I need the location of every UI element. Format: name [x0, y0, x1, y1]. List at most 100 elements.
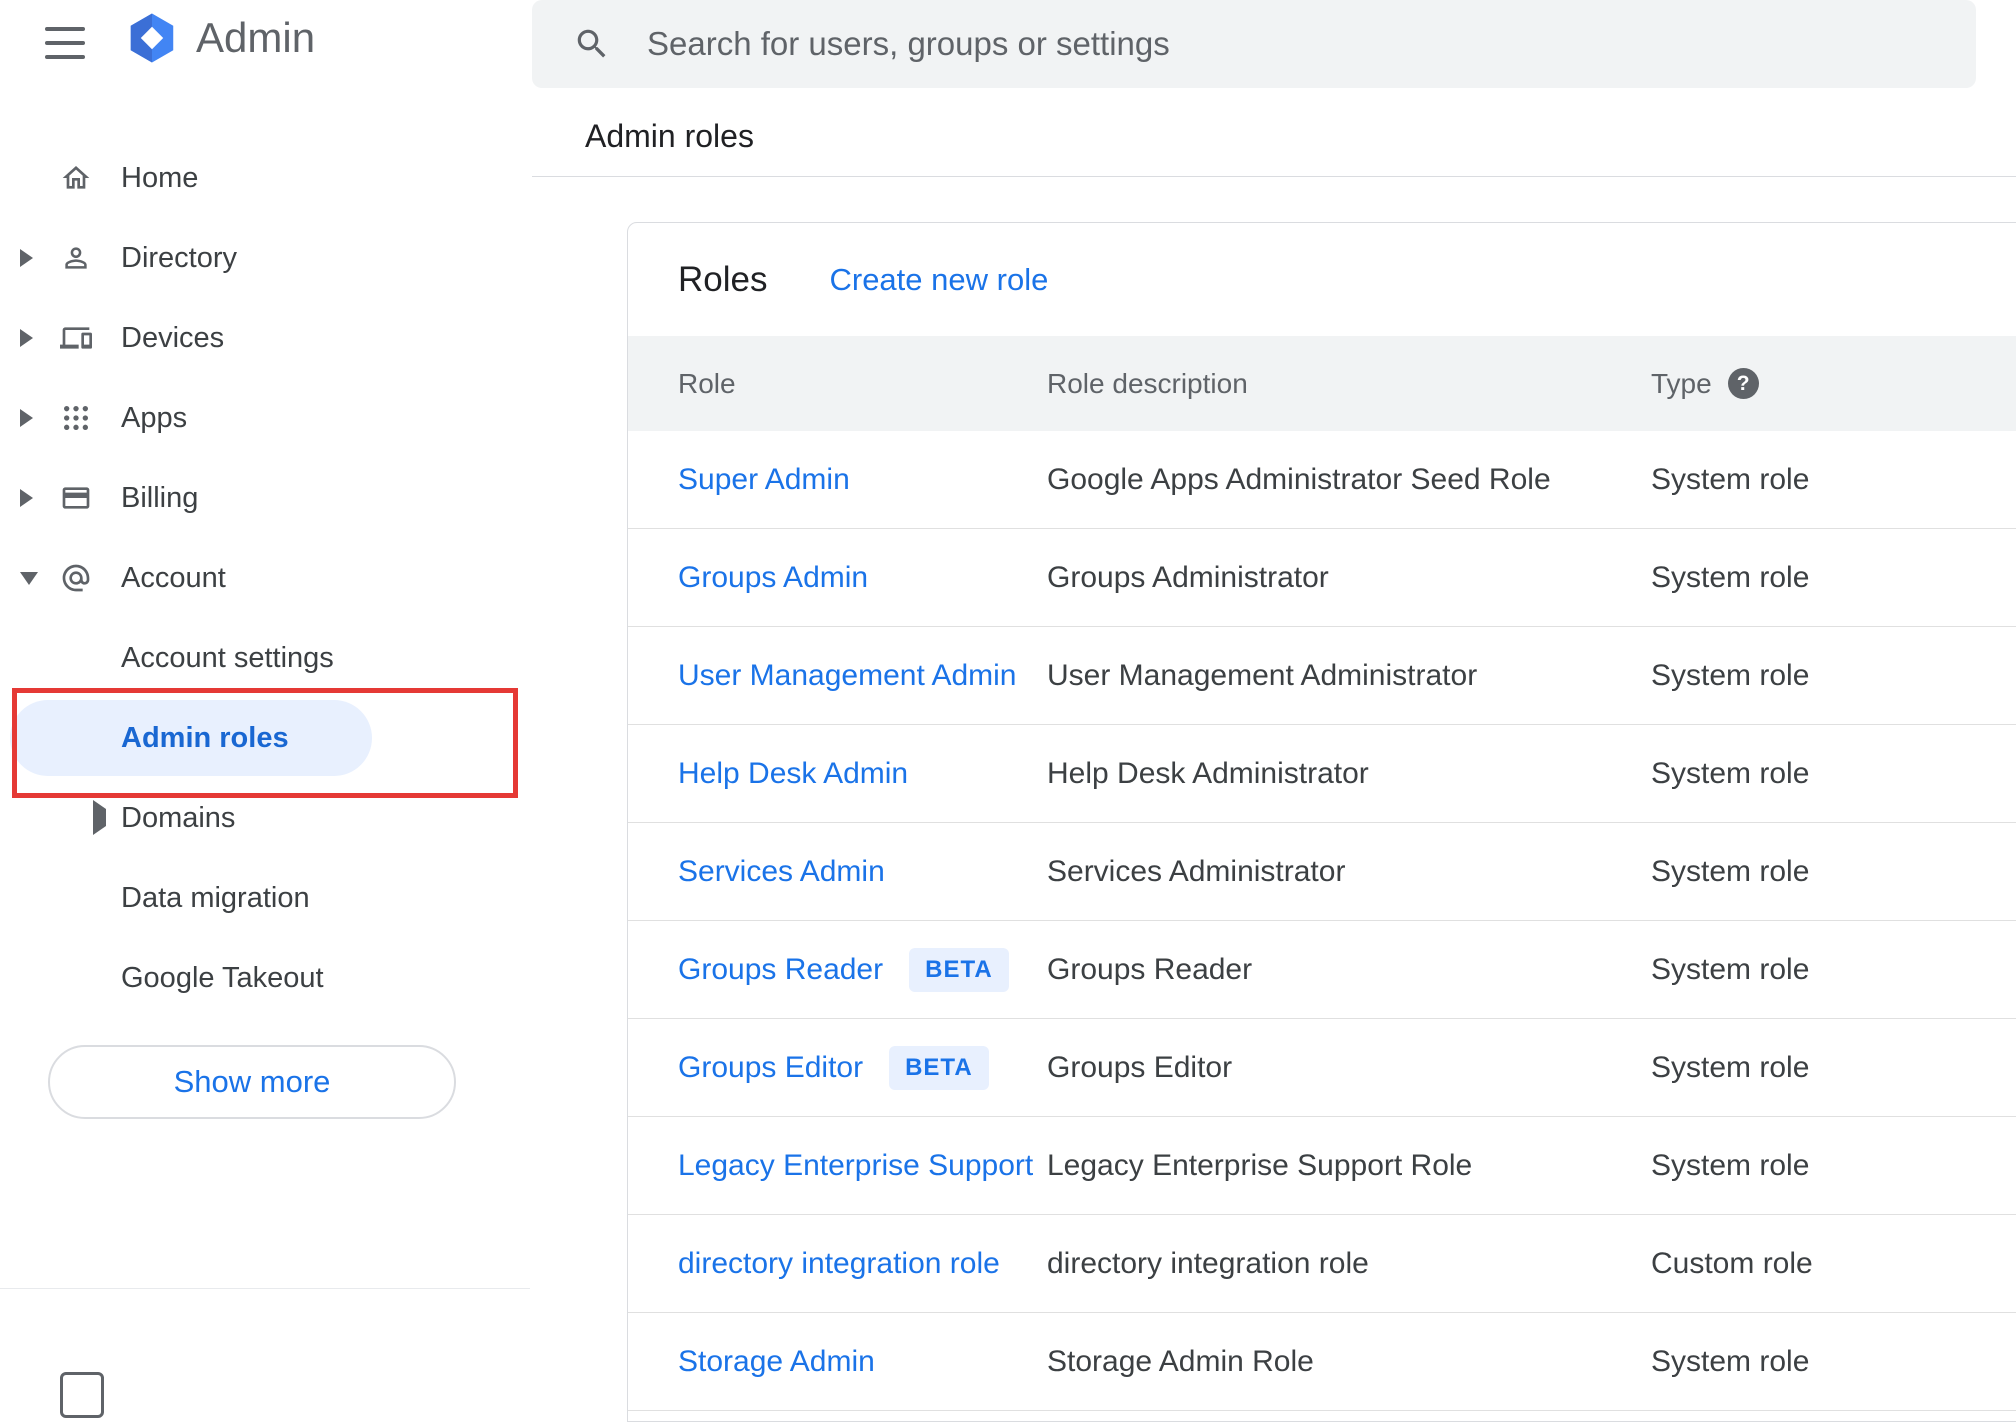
- sidebar-item-label: Google Takeout: [121, 961, 324, 994]
- sidebar-nav: Home Directory Devices Apps Billing Account Ac…: [0, 138, 530, 1018]
- role-cell: Super Admin: [678, 463, 1047, 497]
- home-icon: [60, 162, 121, 194]
- chevron-right-icon[interactable]: [0, 249, 60, 267]
- sidebar-item-directory[interactable]: Directory: [0, 218, 530, 298]
- role-cell: Groups Editor BETA: [678, 1045, 1047, 1090]
- role-type: System role: [1651, 1344, 1810, 1378]
- table-row: Help Desk Admin Help Desk Administrator Sy…: [628, 725, 2016, 823]
- role-type: System role: [1651, 756, 1810, 790]
- beta-badge: BETA: [889, 1045, 989, 1090]
- table-row: Groups Reader BETA Groups Reader System rol…: [628, 921, 2016, 1019]
- role-link[interactable]: directory integration role: [678, 1247, 1000, 1281]
- sidebar: Admin Home Directory Devices Apps Billing Acc…: [0, 0, 530, 1418]
- role-cell: Groups Admin: [678, 561, 1047, 595]
- sidebar-item-label: Data migration: [121, 881, 310, 914]
- role-description: Google Apps Administrator Seed Role: [1047, 462, 1551, 496]
- role-type: System role: [1651, 1148, 1810, 1182]
- help-icon[interactable]: ?: [1727, 368, 1759, 399]
- sidebar-item-label: Devices: [121, 321, 225, 354]
- chevron-right-icon[interactable]: [93, 800, 106, 835]
- search-bar[interactable]: [532, 0, 1976, 88]
- role-link[interactable]: Storage Admin: [678, 1345, 875, 1379]
- roles-card: Roles Create new role Role Role descript…: [627, 222, 2016, 1422]
- role-link[interactable]: Help Desk Admin: [678, 757, 908, 791]
- sidebar-item-account[interactable]: Account: [0, 538, 530, 618]
- role-link[interactable]: Legacy Enterprise Support: [678, 1149, 1033, 1183]
- role-cell: Groups Reader BETA: [678, 947, 1047, 992]
- sidebar-item-account-settings[interactable]: Account settings: [0, 618, 530, 698]
- column-type-label: Type: [1651, 367, 1712, 399]
- sidebar-item-billing[interactable]: Billing: [0, 458, 530, 538]
- role-type: System role: [1651, 658, 1810, 692]
- role-type: System role: [1651, 952, 1810, 986]
- sidebar-item-label: Account settings: [121, 641, 334, 674]
- role-link[interactable]: Groups Editor: [678, 1051, 863, 1085]
- sidebar-item-devices[interactable]: Devices: [0, 298, 530, 378]
- sidebar-item-home[interactable]: Home: [0, 138, 530, 218]
- column-type: Type ?: [1651, 368, 2016, 400]
- roles-table-body: Super Admin Google Apps Administrator See…: [628, 431, 2016, 1411]
- roles-card-header: Roles Create new role: [628, 223, 2016, 336]
- sidebar-item-label: Directory: [121, 241, 238, 274]
- apps-icon: [60, 402, 121, 434]
- role-description: User Management Administrator: [1047, 658, 1478, 692]
- show-more-button[interactable]: Show more: [48, 1045, 456, 1119]
- role-link[interactable]: Super Admin: [678, 463, 850, 497]
- main-divider: [532, 176, 2016, 177]
- role-description: directory integration role: [1047, 1246, 1369, 1280]
- breadcrumb: Admin roles: [585, 118, 754, 154]
- role-cell: User Management Admin: [678, 659, 1047, 693]
- role-description: Storage Admin Role: [1047, 1344, 1314, 1378]
- role-cell: Legacy Enterprise Support: [678, 1149, 1047, 1183]
- role-link[interactable]: Groups Admin: [678, 561, 868, 595]
- sidebar-item-google-takeout[interactable]: Google Takeout: [0, 938, 530, 1018]
- devices-icon: [60, 322, 121, 354]
- chevron-right-icon[interactable]: [0, 409, 60, 427]
- role-type: System role: [1651, 462, 1810, 496]
- role-type: System role: [1651, 560, 1810, 594]
- sidebar-item-label: Home: [121, 161, 199, 194]
- sidebar-item-admin-roles[interactable]: Admin roles: [0, 698, 530, 778]
- role-description: Groups Editor: [1047, 1050, 1233, 1084]
- role-description: Legacy Enterprise Support Role: [1047, 1148, 1473, 1182]
- billing-icon: [60, 482, 121, 514]
- menu-hamburger-icon[interactable]: [45, 27, 85, 59]
- admin-hexagon-icon: [130, 13, 174, 63]
- table-row: Services Admin Services Administrator Syst…: [628, 823, 2016, 921]
- search-input[interactable]: [645, 24, 1976, 64]
- role-type: System role: [1651, 854, 1810, 888]
- column-role: Role: [678, 367, 736, 399]
- sidebar-item-apps[interactable]: Apps: [0, 378, 530, 458]
- role-description: Groups Reader: [1047, 952, 1253, 986]
- table-row: Groups Editor BETA Groups Editor System rol…: [628, 1019, 2016, 1117]
- beta-badge: BETA: [909, 947, 1009, 992]
- role-description: Help Desk Administrator: [1047, 756, 1369, 790]
- role-description: Services Administrator: [1047, 854, 1346, 888]
- role-cell: Services Admin: [678, 855, 1047, 889]
- role-link[interactable]: User Management Admin: [678, 659, 1017, 693]
- directory-icon: [60, 242, 121, 274]
- chevron-down-icon[interactable]: [0, 571, 60, 585]
- column-role-description: Role description: [1047, 367, 1248, 399]
- app-logo[interactable]: Admin: [124, 10, 315, 66]
- sidebar-item-label: Account: [121, 561, 226, 594]
- role-link[interactable]: Groups Reader: [678, 953, 883, 987]
- sidebar-item-label: Admin roles: [121, 721, 289, 754]
- role-link[interactable]: Services Admin: [678, 855, 885, 889]
- search-icon: [577, 29, 606, 58]
- sidebar-item-label: Billing: [121, 481, 199, 514]
- role-type: Custom role: [1651, 1246, 1813, 1280]
- role-description: Groups Administrator: [1047, 560, 1329, 594]
- roles-table-header: Role Role description Type ?: [628, 336, 2016, 431]
- create-new-role-link[interactable]: Create new role: [829, 262, 1048, 298]
- sidebar-item-domains[interactable]: Domains: [0, 778, 530, 858]
- sidebar-item-label: Apps: [121, 401, 188, 434]
- chevron-right-icon[interactable]: [0, 489, 60, 507]
- table-row: Groups Admin Groups Administrator System r…: [628, 529, 2016, 627]
- chevron-right-icon[interactable]: [0, 329, 60, 347]
- sidebar-divider: [0, 1288, 530, 1289]
- account-icon: [60, 562, 121, 594]
- sidebar-item-data-migration[interactable]: Data migration: [0, 858, 530, 938]
- app-title: Admin: [196, 14, 316, 61]
- cut-off-icon: [60, 1372, 104, 1418]
